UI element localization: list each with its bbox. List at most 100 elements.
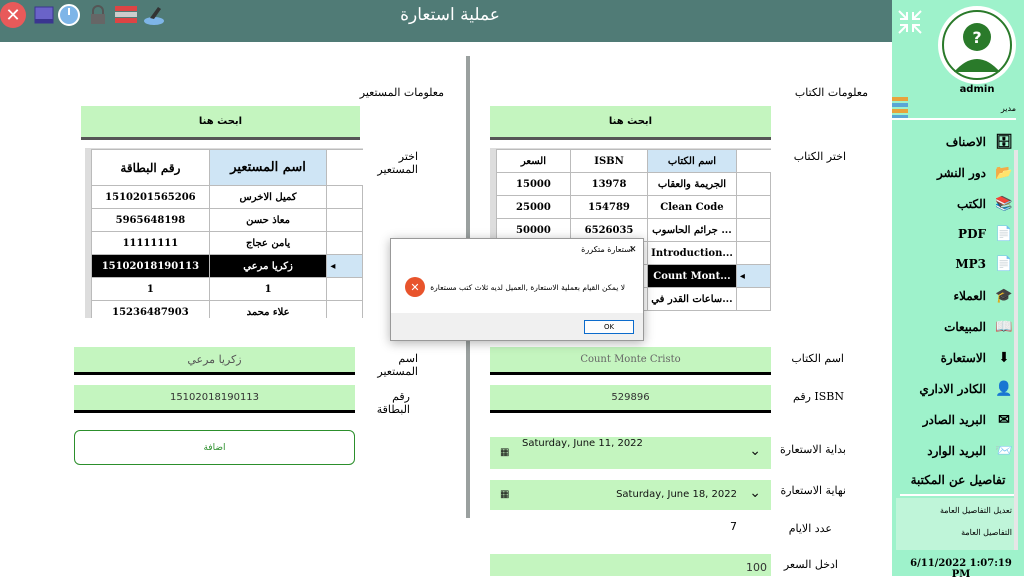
row-header[interactable] <box>735 172 771 196</box>
name-cell[interactable]: زكريا مرعي <box>208 254 328 278</box>
sidebar-item-loans[interactable]: الاستعارة ⬇ <box>896 344 1016 372</box>
book-search-button[interactable]: ابحث هنا <box>490 106 771 140</box>
name-cell[interactable]: 1 <box>208 277 328 301</box>
member-name-field[interactable]: زكريا مرعي <box>74 347 355 375</box>
edit-general-details[interactable]: تعديل التفاصيل العامة <box>940 506 1012 515</box>
avatar[interactable]: ? <box>938 6 1016 84</box>
chevron-down-icon[interactable]: ⌄ <box>749 443 761 459</box>
clock-icon[interactable] <box>57 3 81 27</box>
member-table[interactable]: رقم البطاقة اسم المستعير 1510201565206 كم… <box>85 148 363 318</box>
start-date-picker[interactable]: Saturday, June 11, 2022 ▦ ⌄ <box>490 437 771 469</box>
price-cell[interactable]: 15000 <box>496 172 571 196</box>
row-header[interactable] <box>326 231 363 255</box>
book-name-cell[interactable]: جرائم الحاسوب ... <box>647 218 737 242</box>
price-input[interactable]: 100 <box>490 554 771 576</box>
row-pointer-icon[interactable]: ◂ <box>735 264 771 288</box>
sidebar-item-label: دور النشر <box>936 166 986 180</box>
stack-icon[interactable] <box>114 3 138 27</box>
library-details-button[interactable]: تفاصيل عن المكتبة <box>900 466 1016 496</box>
dialog-close-icon[interactable]: ✕ <box>629 245 637 255</box>
chevron-down-icon[interactable]: ⌄ <box>749 485 761 501</box>
menu-stack-icon[interactable] <box>892 96 908 118</box>
card-cell[interactable]: 1510201565206 <box>91 185 210 209</box>
book-name-cell[interactable]: Clean Code <box>647 195 737 219</box>
table-row[interactable]: 11111111 يامن عجاج <box>91 231 363 255</box>
row-header[interactable] <box>326 208 363 232</box>
sidebar-item-inbox[interactable]: البريد الوارد 📨 <box>896 437 1016 465</box>
book-name-cell[interactable]: Introduction... <box>647 241 737 265</box>
row-header[interactable] <box>326 300 363 318</box>
row-header[interactable] <box>326 277 363 301</box>
card-cell[interactable]: 11111111 <box>91 231 210 255</box>
datetime-status: 6/11/2022 1:07:19 PM <box>910 558 1012 580</box>
card-number-field[interactable]: 15102018190113 <box>74 385 355 413</box>
member-name-value: زكريا مرعي <box>187 353 242 366</box>
calendar-icon[interactable]: ▦ <box>500 489 509 500</box>
card-cell[interactable]: 15102018190113 <box>91 254 210 278</box>
cabinet-icon: 🗄 <box>995 134 1013 150</box>
end-date-label: نهاية الاستعارة <box>780 484 846 497</box>
isbn-cell[interactable]: 13978 <box>569 172 649 196</box>
col-isbn[interactable]: ISBN <box>569 149 649 173</box>
window-icon[interactable] <box>32 3 56 27</box>
row-header-corner <box>735 149 771 173</box>
calendar-icon[interactable]: ▦ <box>500 447 509 458</box>
table-row[interactable]: 5965648198 معاذ حسن <box>91 208 363 232</box>
lock-icon[interactable] <box>86 3 110 27</box>
name-cell[interactable]: يامن عجاج <box>208 231 328 255</box>
name-cell[interactable]: كميل الاخرس <box>208 185 328 209</box>
row-header[interactable] <box>735 218 771 242</box>
col-card-number[interactable]: رقم البطاقة <box>91 149 210 186</box>
svg-text:?: ? <box>972 28 981 47</box>
row-header[interactable] <box>735 287 771 311</box>
collapse-icon[interactable] <box>896 8 924 36</box>
member-search-label: ابحث هنا <box>198 116 243 127</box>
name-cell[interactable]: معاذ حسن <box>208 208 328 232</box>
row-header[interactable] <box>735 241 771 265</box>
sidebar-scrollbar[interactable] <box>1014 150 1018 550</box>
col-member-name[interactable]: اسم المستعير <box>208 149 328 186</box>
table-row-selected[interactable]: 15102018190113 زكريا مرعي ◂ <box>91 254 363 278</box>
member-search-button[interactable]: ابحث هنا <box>81 106 360 140</box>
price-cell[interactable]: 25000 <box>496 195 571 219</box>
card-cell[interactable]: 15236487903 <box>91 300 210 318</box>
sidebar-item-categories[interactable]: الاصناف 🗄 <box>896 128 1016 156</box>
row-header[interactable] <box>735 195 771 219</box>
book-name-field[interactable]: Count Monte Cristo <box>490 347 771 375</box>
add-button[interactable]: اضافة <box>74 430 355 465</box>
table-row[interactable]: 1510201565206 كميل الاخرس <box>91 185 363 209</box>
sidebar-item-label: المبيعات <box>944 320 986 334</box>
sidebar-item-staff[interactable]: الكادر الاداري 👤 <box>896 375 1016 403</box>
close-icon[interactable]: ✕ <box>0 2 26 28</box>
brush-icon[interactable] <box>142 3 166 27</box>
table-row[interactable]: 15000 13978 الجريمة والعقاب <box>496 172 771 196</box>
isbn-cell[interactable]: 154789 <box>569 195 649 219</box>
sidebar-item-books[interactable]: الكتب 📚 <box>896 190 1016 218</box>
isbn-value: 529896 <box>611 392 650 403</box>
sidebar-item-outbox[interactable]: البريد الصادر ✉ <box>896 406 1016 434</box>
book-name-cell[interactable]: الجريمة والعقاب <box>647 172 737 196</box>
sidebar-item-publishers[interactable]: دور النشر 📂 <box>896 159 1016 187</box>
book-name-cell[interactable]: Count Mont... <box>647 264 737 288</box>
sidebar-item-clients[interactable]: العملاء 🎓 <box>896 282 1016 310</box>
ok-button[interactable]: OK <box>584 320 634 334</box>
end-date-picker[interactable]: Saturday, June 18, 2022 ▦ ⌄ <box>490 480 771 510</box>
name-cell[interactable]: علاء محمد <box>208 300 328 318</box>
card-cell[interactable]: 5965648198 <box>91 208 210 232</box>
general-details[interactable]: التفاصيل العامة <box>961 528 1012 537</box>
table-row[interactable]: 11 <box>91 277 363 301</box>
card-cell[interactable]: 1 <box>91 277 210 301</box>
table-row[interactable]: 25000 154789 Clean Code <box>496 195 771 219</box>
dialog-title: استعارة متكررة <box>581 245 633 254</box>
col-price[interactable]: السعر <box>496 149 571 173</box>
col-book-name[interactable]: اسم الكتاب <box>647 149 737 173</box>
sidebar-item-mp3[interactable]: MP3 📄 <box>896 250 1016 278</box>
book-name-cell[interactable]: ساعات القدر في... <box>647 287 737 311</box>
isbn-field[interactable]: 529896 <box>490 385 771 413</box>
sidebar-item-sales[interactable]: المبيعات 📖 <box>896 313 1016 341</box>
book-name-value: Count Monte Cristo <box>580 354 681 365</box>
row-header[interactable] <box>326 185 363 209</box>
table-row[interactable]: 15236487903 علاء محمد <box>91 300 363 318</box>
sidebar-item-pdf[interactable]: PDF 📄 <box>896 220 1016 248</box>
row-pointer-icon[interactable]: ◂ <box>326 254 363 278</box>
